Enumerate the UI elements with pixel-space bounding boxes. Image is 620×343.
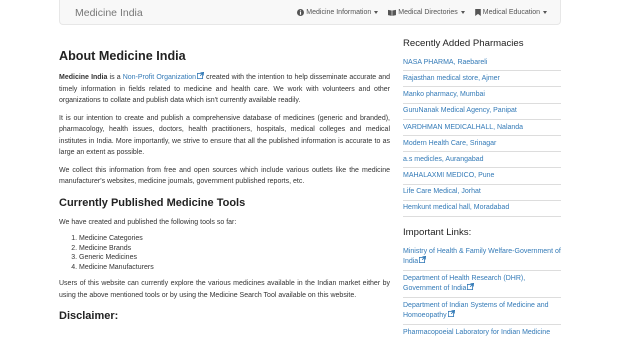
brand-name: Medicine India xyxy=(59,74,108,81)
caret-down-icon xyxy=(460,11,465,14)
nav-menu: Medicine Information Medical Directories… xyxy=(292,0,552,25)
main-content: About Medicine India Medicine India is a… xyxy=(59,48,390,330)
intention-paragraph: It is our intention to create and publis… xyxy=(59,114,390,157)
list-item: Medicine Manufacturers xyxy=(79,263,390,273)
npo-link[interactable]: Non-Profit Organization xyxy=(123,74,196,81)
list-item: Medicine Categories xyxy=(79,234,390,244)
external-link-icon xyxy=(419,255,427,263)
nav-label: Medicine Information xyxy=(306,9,372,16)
important-link[interactable]: Ministry of Health & Family Welfare-Gove… xyxy=(403,244,561,271)
info-circle-icon xyxy=(297,9,305,16)
intro-text: is a xyxy=(107,74,123,81)
important-link[interactable]: Department of Health Research (DHR), Gov… xyxy=(403,271,561,298)
pharmacy-link[interactable]: GuruNanak Medical Agency, Panipat xyxy=(403,104,561,120)
tools-intro: We have created and published the follow… xyxy=(59,218,237,226)
tools-list: Medicine Categories Medicine Brands Gene… xyxy=(59,234,390,272)
nav-medical-directories[interactable]: Medical Directories xyxy=(383,9,470,16)
pharmacy-link[interactable]: MAHALAXMI MEDICO, Pune xyxy=(403,168,561,185)
list-item: Medicine Brands xyxy=(79,244,390,254)
navbar: Medicine India Medicine Information Medi… xyxy=(59,0,561,25)
pharmacy-link[interactable]: Modern Health Care, Srinagar xyxy=(403,136,561,153)
sources-paragraph: We collect this information from free an… xyxy=(59,166,390,186)
pharmacies-heading: Recently Added Pharmacies xyxy=(403,38,524,49)
important-link[interactable]: Department of Indian Systems of Medicine… xyxy=(403,298,561,325)
nav-medical-education[interactable]: Medical Education xyxy=(470,9,552,16)
bookmark-icon xyxy=(474,9,481,16)
page-title: About Medicine India xyxy=(59,49,186,63)
tools-heading: Currently Published Medicine Tools xyxy=(59,196,246,209)
usage-paragraph: Users of this website can currently expl… xyxy=(59,280,390,299)
nav-medicine-information[interactable]: Medicine Information xyxy=(292,9,383,16)
disclaimer-heading: Disclaimer: xyxy=(59,310,119,323)
important-link-label: Department of Indian Systems of Medicine… xyxy=(403,301,549,319)
nav-label: Medical Directories xyxy=(398,9,458,16)
pharmacy-link[interactable]: NASA PHARMA, Raebareli xyxy=(403,55,561,72)
nav-label: Medical Education xyxy=(482,9,540,16)
important-link[interactable]: Pharmacopoeial Laboratory for Indian Med… xyxy=(403,325,561,341)
important-link-label: Ministry of Health & Family Welfare-Gove… xyxy=(403,247,561,265)
external-link-icon xyxy=(197,72,205,79)
external-link-icon xyxy=(467,282,475,290)
external-link-icon xyxy=(447,309,455,317)
pharmacy-link[interactable]: Manko pharmacy, Mumbai xyxy=(403,87,561,104)
pharmacy-link[interactable]: VARDHMAN MEDICALHALL, Nalanda xyxy=(403,120,561,136)
book-icon xyxy=(388,9,397,16)
list-item: Generic Medicines xyxy=(79,253,390,263)
important-link-label: Department of Health Research (DHR), Gov… xyxy=(403,274,526,292)
pharmacy-link[interactable]: a.s medicles, Aurangabad xyxy=(403,152,561,169)
sidebar: Recently Added Pharmacies NASA PHARMA, R… xyxy=(403,37,561,341)
brand-link[interactable]: Medicine India xyxy=(75,7,143,19)
pharmacy-link[interactable]: Hemkunt medical hall, Moradabad xyxy=(403,201,561,217)
caret-down-icon xyxy=(543,11,547,14)
caret-down-icon xyxy=(374,11,379,14)
important-links-heading: Important Links: xyxy=(403,226,472,238)
intro-paragraph: Medicine India is a Non-Profit Organizat… xyxy=(59,72,390,107)
pharmacy-link[interactable]: Rajasthan medical store, Ajmer xyxy=(403,71,561,88)
pharmacy-link[interactable]: Life Care Medical, Jorhat xyxy=(403,185,561,201)
